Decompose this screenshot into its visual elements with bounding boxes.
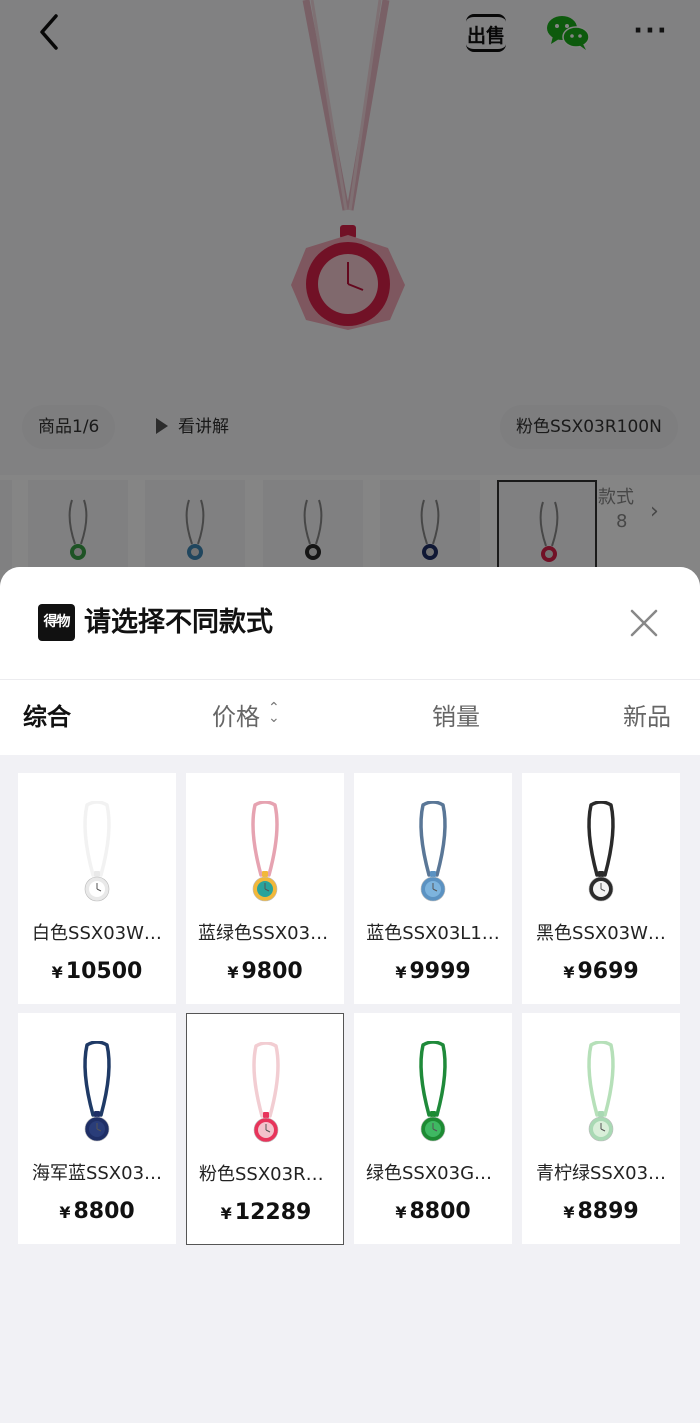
sort-price-label: 价格: [212, 703, 260, 731]
product-name: 白色SSX03W…: [32, 923, 162, 944]
currency-symbol: ¥: [563, 1203, 575, 1222]
sheet-title: 请选择不同款式: [84, 607, 273, 638]
currency-symbol: ¥: [59, 1203, 71, 1222]
close-icon: [630, 609, 658, 637]
sort-tab-new[interactable]: 新品: [623, 680, 671, 755]
price-value: 9699: [577, 959, 639, 984]
product-price: ¥9999: [354, 959, 512, 984]
product-name: 绿色SSX03G1…: [366, 1163, 504, 1184]
product-price: ¥8800: [354, 1199, 512, 1224]
close-button[interactable]: [626, 605, 662, 641]
product-card[interactable]: 海军蓝SSX03… ¥8800: [18, 1013, 176, 1244]
currency-symbol: ¥: [51, 963, 63, 982]
product-price: ¥8899: [522, 1199, 680, 1224]
product-price: ¥12289: [187, 1200, 345, 1225]
product-card[interactable]: 蓝绿色SSX03J… ¥9800: [186, 773, 344, 1004]
product-price: ¥10500: [18, 959, 176, 984]
dewu-logo: 得物: [38, 604, 75, 641]
currency-symbol: ¥: [563, 963, 575, 982]
product-watch-image: [251, 801, 279, 902]
product-watch-image: [419, 801, 447, 902]
sort-tab-price[interactable]: 价格 ⌃ ⌄: [212, 680, 280, 755]
currency-symbol: ¥: [395, 1203, 407, 1222]
product-watch-image: [83, 1041, 111, 1142]
modal-backdrop[interactable]: [0, 0, 700, 600]
product-name: 粉色SSX03R1…: [199, 1164, 336, 1185]
product-name: 海军蓝SSX03…: [31, 1163, 163, 1184]
product-watch-image: [587, 801, 615, 902]
price-value: 10500: [65, 959, 143, 984]
product-name: 蓝色SSX03L1…: [366, 923, 500, 944]
sort-tab-sales[interactable]: 销量: [432, 680, 480, 755]
product-name: 黑色SSX03W…: [536, 923, 666, 944]
price-value: 8800: [409, 1199, 471, 1224]
price-value: 8800: [73, 1199, 135, 1224]
currency-symbol: ¥: [395, 963, 407, 982]
sort-updown-icon: ⌃ ⌄: [268, 700, 280, 726]
product-price: ¥9800: [186, 959, 344, 984]
price-value: 8899: [577, 1199, 639, 1224]
product-price: ¥8800: [18, 1199, 176, 1224]
currency-symbol: ¥: [227, 963, 239, 982]
product-card[interactable]: 绿色SSX03G1… ¥8800: [354, 1013, 512, 1244]
sort-tab-all[interactable]: 综合: [23, 680, 71, 755]
product-price: ¥9699: [522, 959, 680, 984]
product-card[interactable]: 白色SSX03W… ¥10500: [18, 773, 176, 1004]
product-card[interactable]: 蓝色SSX03L1… ¥9999: [354, 773, 512, 1004]
product-watch-image: [587, 1041, 615, 1142]
product-watch-image: [252, 1042, 280, 1143]
style-picker-sheet: 得物 请选择不同款式 综合 价格 ⌃ ⌄ 销量 新品 白色SSX03W… ¥10500…: [0, 567, 700, 1423]
sort-bar: 综合 价格 ⌃ ⌄ 销量 新品: [0, 680, 700, 755]
product-watch-image: [419, 1041, 447, 1142]
sheet-header: 得物 请选择不同款式: [0, 567, 700, 679]
product-watch-image: [83, 801, 111, 902]
price-value: 12289: [234, 1200, 312, 1225]
product-card[interactable]: 黑色SSX03W… ¥9699: [522, 773, 680, 1004]
price-value: 9999: [409, 959, 471, 984]
price-value: 9800: [241, 959, 303, 984]
product-name: 青柠绿SSX03…: [535, 1163, 667, 1184]
product-name: 蓝绿色SSX03J…: [198, 923, 334, 944]
product-card[interactable]: 青柠绿SSX03… ¥8899: [522, 1013, 680, 1244]
product-card[interactable]: 粉色SSX03R1… ¥12289: [186, 1013, 344, 1245]
currency-symbol: ¥: [220, 1204, 232, 1223]
